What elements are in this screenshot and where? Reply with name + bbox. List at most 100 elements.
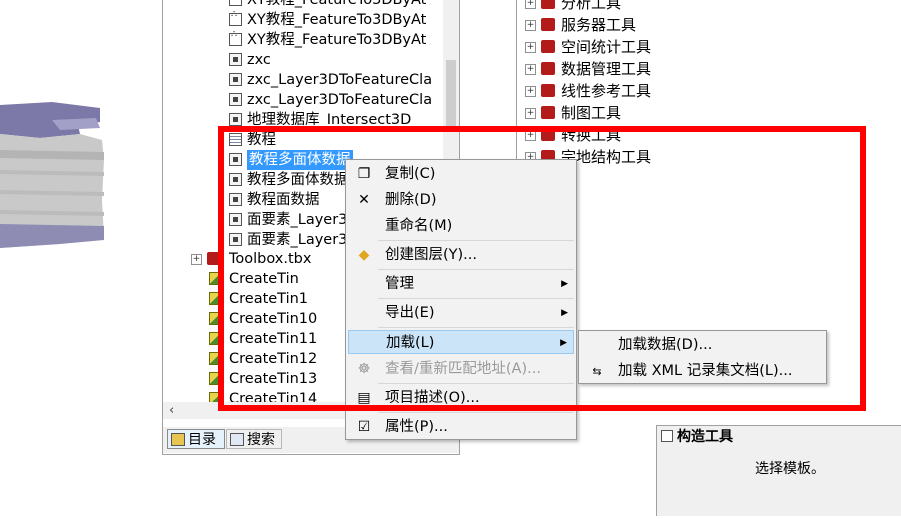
- menu-item-label: 删除(D): [385, 192, 437, 208]
- submenu-item-load-xml[interactable]: ⇆ 加载 XML 记录集文档(L)...: [581, 359, 824, 383]
- arctoolbox-panel: + 分析工具 + 服务器工具 + 空间统计工具 + 数据管理工具 + 线性参考工具 + 制图工具 + 转换…: [516, 0, 901, 170]
- expand-icon[interactable]: +: [525, 108, 536, 119]
- expand-icon[interactable]: +: [525, 130, 536, 141]
- catalog-item-label: CreateTin: [229, 271, 299, 287]
- menu-item-label: 导出(E): [385, 305, 435, 321]
- toolbox-item[interactable]: + 空间统计工具: [517, 36, 717, 58]
- menu-item-create-layer[interactable]: ◆ 创建图层(Y)...: [348, 243, 574, 267]
- expand-icon[interactable]: +: [191, 254, 202, 265]
- toolbox-item[interactable]: + 服务器工具: [517, 14, 717, 36]
- toolbox-item-label: 制图工具: [561, 104, 622, 122]
- multipatch-icon: [229, 153, 242, 166]
- menu-item-label: 复制(C): [385, 166, 436, 182]
- catalog-item-label: Toolbox.tbx: [229, 251, 312, 267]
- geocode-icon: ☸: [357, 361, 371, 377]
- catalog-item-label: XY教程_FeatureTo3DByAt: [247, 0, 427, 8]
- copy-icon: ❐: [357, 166, 371, 182]
- properties-icon: ☑: [357, 419, 371, 435]
- multipatch-icon: [229, 93, 242, 106]
- construct-panel-message: 选择模板。: [755, 461, 825, 477]
- toolbox-item-label: 服务器工具: [561, 16, 637, 34]
- menu-separator: [378, 327, 574, 328]
- menu-separator: [378, 298, 574, 299]
- toolbox-icon: [207, 252, 221, 265]
- submenu-arrow-icon: ▶: [561, 279, 568, 289]
- catalog-item-label: zxc_Layer3DToFeatureCla: [247, 72, 433, 88]
- catalog-item-label: CreateTin11: [229, 331, 318, 347]
- catalog-item-label: CreateTin1: [229, 291, 309, 307]
- menu-item-load[interactable]: 加载(L) ▶: [348, 330, 574, 354]
- delete-icon: ✕: [358, 192, 370, 208]
- submenu-arrow-icon: ▶: [561, 308, 568, 318]
- tin-icon: [209, 272, 222, 285]
- menu-item-label: 创建图层(Y)...: [385, 247, 477, 263]
- expand-icon[interactable]: +: [525, 86, 536, 97]
- catalog-scroll-thumb[interactable]: [446, 60, 456, 130]
- tin-icon: [209, 312, 222, 325]
- multipatch-icon: [229, 113, 242, 126]
- menu-item-manage[interactable]: 管理 ▶: [348, 272, 574, 296]
- point-featureclass-icon: [229, 0, 242, 6]
- menu-item-label: 管理: [385, 276, 414, 292]
- expand-icon[interactable]: +: [525, 0, 536, 9]
- expand-icon[interactable]: +: [525, 20, 536, 31]
- toolbox-item-label: 线性参考工具: [561, 82, 652, 100]
- tin-icon: [209, 332, 222, 345]
- load-submenu: 加载数据(D)... ⇆ 加载 XML 记录集文档(L)...: [578, 330, 827, 384]
- document-icon: ▤: [357, 390, 371, 406]
- menu-item-rename[interactable]: 重命名(M): [348, 214, 574, 238]
- menu-item-label: 项目描述(O)...: [385, 390, 480, 406]
- expand-icon[interactable]: +: [525, 42, 536, 53]
- toolbox-item-label: 数据管理工具: [561, 60, 652, 78]
- tab-search-label: 搜索: [247, 432, 275, 448]
- toolbox-item[interactable]: + 制图工具: [517, 102, 717, 124]
- catalog-item-label: zxc_Layer3DToFeatureCla: [247, 92, 433, 108]
- submenu-item-load-data[interactable]: 加载数据(D)...: [581, 333, 824, 357]
- catalog-item-label: 地理数据库_Intersect3D: [247, 112, 412, 128]
- menu-item-export[interactable]: 导出(E) ▶: [348, 301, 574, 325]
- menu-item-label: 重命名(M): [385, 218, 453, 234]
- toolbox-item[interactable]: + 数据管理工具: [517, 58, 717, 80]
- catalog-item-label: 教程: [247, 132, 276, 148]
- menu-item-properties[interactable]: ☑ 属性(P)...: [348, 415, 574, 439]
- multipatch-icon: [229, 173, 242, 186]
- construct-panel-title: 构造工具: [677, 429, 733, 445]
- tab-search[interactable]: 搜索: [226, 429, 282, 449]
- menu-item-copy[interactable]: ❐ 复制(C): [348, 162, 574, 186]
- map-3d-view[interactable]: [0, 0, 162, 515]
- submenu-arrow-icon: ▶: [560, 338, 567, 348]
- featureclass-icon: [229, 53, 242, 66]
- submenu-item-label: 加载 XML 记录集文档(L)...: [618, 363, 793, 379]
- tin-icon: [209, 352, 222, 365]
- multipatch-icon: [229, 233, 242, 246]
- catalog-item-label: 教程多面体数据: [247, 150, 353, 170]
- menu-item-rematch-address: ☸ 查看/重新匹配地址(A)...: [348, 357, 574, 381]
- menu-separator: [378, 240, 574, 241]
- toolbox-item-label: 分析工具: [561, 0, 622, 12]
- toolbox-icon: [541, 106, 555, 119]
- multipatch-icon: [229, 193, 242, 206]
- scroll-left-arrow-icon[interactable]: ‹: [169, 402, 174, 419]
- menu-item-delete[interactable]: ✕ 删除(D): [348, 188, 574, 212]
- menu-separator: [378, 383, 574, 384]
- menu-item-label: 查看/重新匹配地址(A)...: [385, 361, 541, 377]
- menu-item-label: 属性(P)...: [385, 419, 448, 435]
- catalog-item-label: 教程多面体数据: [247, 172, 349, 188]
- toolbox-icon: [541, 128, 555, 141]
- toolbox-icon: [541, 62, 555, 75]
- load-xml-icon: ⇆: [592, 365, 602, 378]
- catalog-item-label: 教程面数据: [247, 192, 320, 208]
- toolbox-item[interactable]: + 分析工具: [517, 0, 717, 14]
- toolbox-item[interactable]: + 线性参考工具: [517, 80, 717, 102]
- toolbox-icon: [541, 0, 555, 9]
- toolbox-item-label: 转换工具: [561, 126, 622, 144]
- construct-tools-icon: [661, 430, 673, 442]
- menu-item-item-description[interactable]: ▤ 项目描述(O)...: [348, 386, 574, 410]
- 3d-multipatch-graphic: [0, 102, 104, 248]
- catalog-item-label: zxc: [247, 52, 271, 68]
- catalog-item-label: CreateTin13: [229, 371, 318, 387]
- expand-icon[interactable]: +: [525, 64, 536, 75]
- tab-catalog[interactable]: 目录: [167, 429, 225, 449]
- search-icon: [230, 433, 244, 446]
- toolbox-item[interactable]: + 转换工具: [517, 124, 717, 146]
